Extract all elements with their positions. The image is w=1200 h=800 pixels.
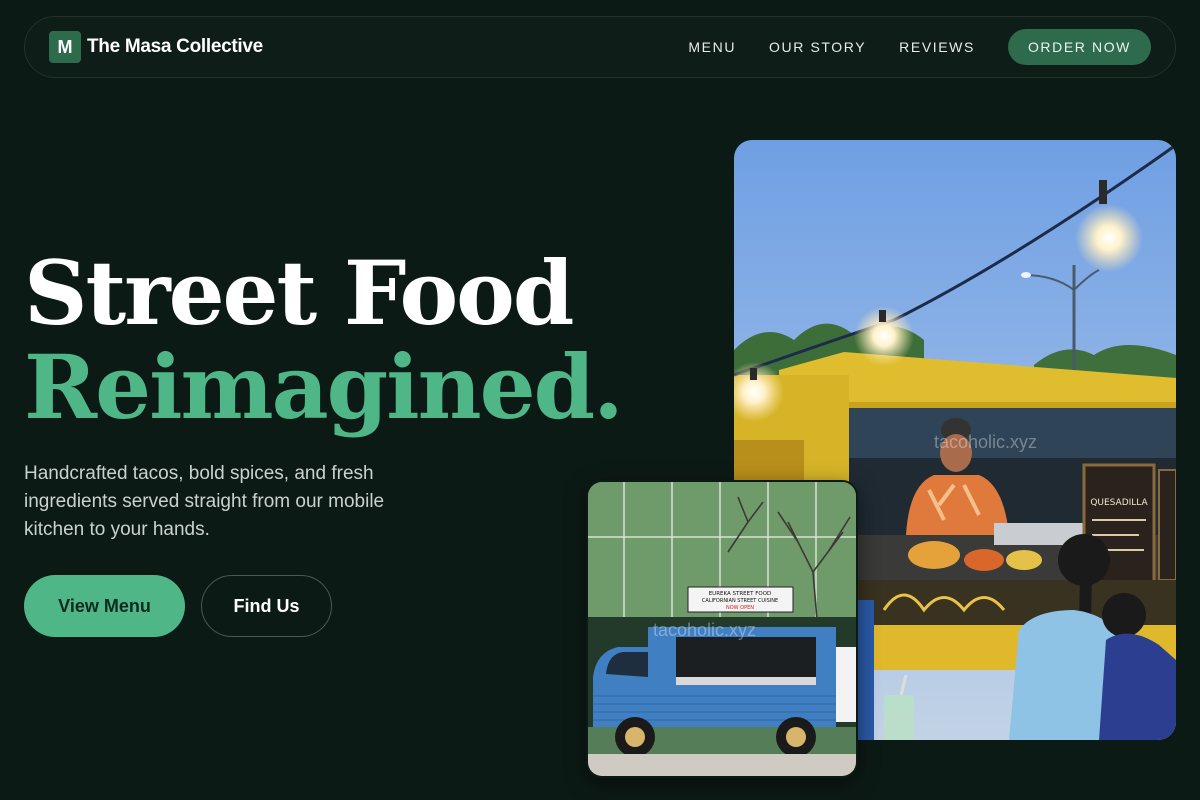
landing-page: M The Masa Collective MENU OUR STORY REV… xyxy=(0,0,1200,800)
hero-title-line1: Street Food xyxy=(24,241,574,345)
main-nav: MENU OUR STORY REVIEWS ORDER NOW xyxy=(688,29,1151,65)
order-now-button[interactable]: ORDER NOW xyxy=(1007,29,1151,65)
brand-name: The Masa Collective xyxy=(87,36,263,57)
blue-truck-photo: EUREKA STREET FOOD CALIFORNIAN STREET CU… xyxy=(586,480,858,778)
chalkboard-text: QUESADILLA xyxy=(1090,498,1148,508)
truck-photo-watermark: tacoholic.xyz xyxy=(653,620,756,640)
nav-link-menu[interactable]: MENU xyxy=(688,39,736,55)
blue-truck-illustration: EUREKA STREET FOOD CALIFORNIAN STREET CU… xyxy=(588,482,856,776)
main-photo-watermark: tacoholic.xyz xyxy=(934,432,1037,452)
truck-sign-line3: NOW OPEN xyxy=(726,605,754,611)
nav-link-reviews[interactable]: REVIEWS xyxy=(899,39,975,55)
brand-logo[interactable]: M The Masa Collective xyxy=(49,31,263,63)
truck-sign-line1: EUREKA STREET FOOD xyxy=(709,591,772,597)
brand-mark-icon: M xyxy=(49,31,81,63)
hero-title-line2: Reimagined. xyxy=(24,335,624,439)
hero-description: Handcrafted tacos, bold spices, and fres… xyxy=(24,463,385,540)
hero-title: Street Food Reimagined. xyxy=(24,241,624,439)
truck-sign-line2: CALIFORNIAN STREET CUISINE xyxy=(702,598,778,604)
navbar: M The Masa Collective MENU OUR STORY REV… xyxy=(24,16,1176,78)
find-us-button[interactable]: Find Us xyxy=(201,575,332,637)
nav-link-our-story[interactable]: OUR STORY xyxy=(769,39,866,55)
view-menu-button[interactable]: View Menu xyxy=(24,575,185,637)
